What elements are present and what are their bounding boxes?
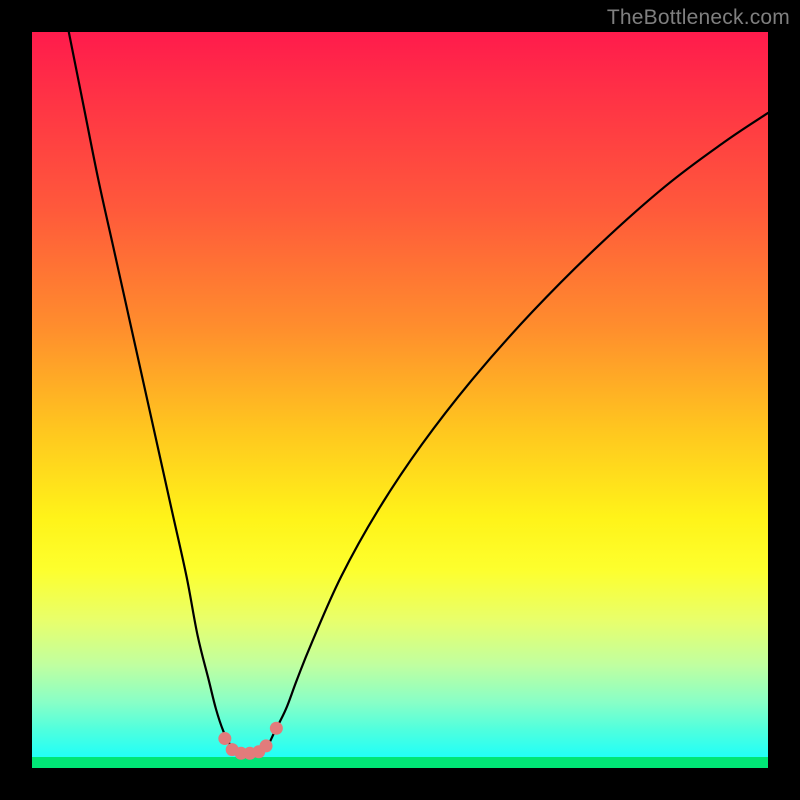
trough-marker (260, 739, 273, 752)
trough-markers (218, 722, 283, 760)
chart-frame: TheBottleneck.com (0, 0, 800, 800)
curve-layer (32, 32, 768, 768)
trough-marker (218, 732, 231, 745)
curve-right (253, 113, 768, 753)
plot-area (32, 32, 768, 768)
watermark-text: TheBottleneck.com (607, 6, 790, 30)
curve-left (69, 32, 238, 753)
trough-marker (270, 722, 283, 735)
